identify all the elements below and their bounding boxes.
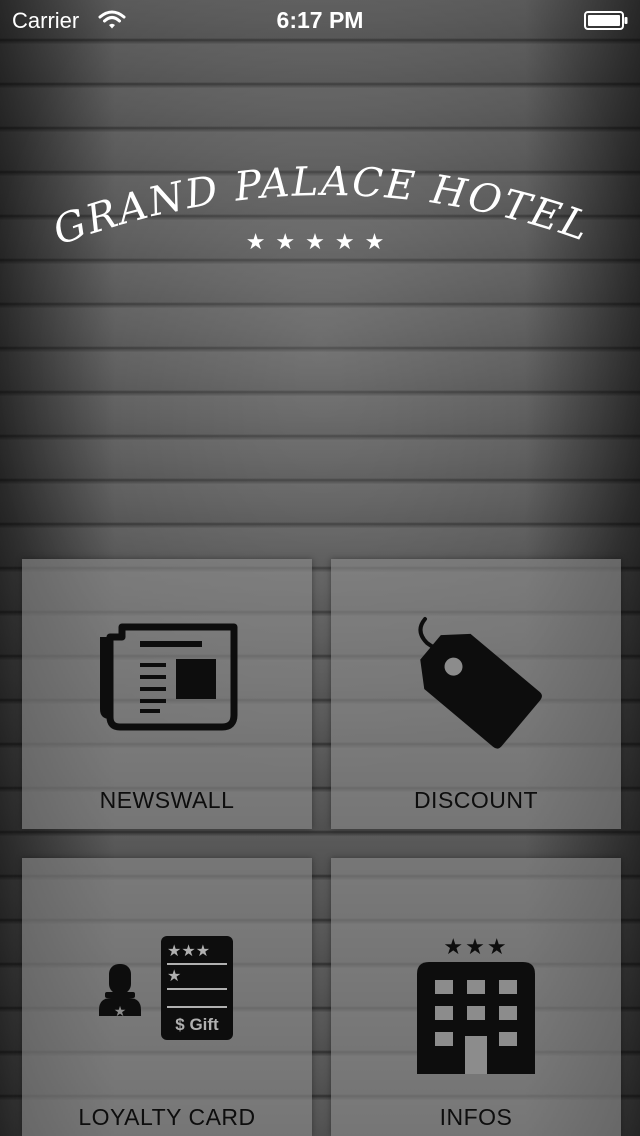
- discount-label: DISCOUNT: [413, 787, 539, 813]
- loyalty-card-icon: ★ ★★★ ★ $ Gift: [22, 936, 312, 1076]
- hotel-building-icon: ★★★: [331, 936, 621, 1076]
- status-time: 6:17 PM: [276, 7, 364, 33]
- price-tag-icon: [331, 617, 621, 759]
- status-bar: Carrier 6:17 PM: [0, 0, 640, 40]
- loyalty-card-label: LOYALTY CARD: [78, 1104, 256, 1130]
- infos-tile[interactable]: ★★★ INFOS: [331, 858, 621, 1136]
- newswall-label: NEWSWALL: [99, 787, 235, 813]
- svg-text:★: ★: [114, 1004, 127, 1020]
- svg-text:★★★: ★★★: [167, 941, 210, 960]
- loyalty-card-tile[interactable]: ★ ★★★ ★ $ Gift LOYALTY CARD: [22, 858, 312, 1136]
- hotel-logo: GRAND PALACE HOTEL ★★★★★: [30, 150, 610, 270]
- infos-label: INFOS: [439, 1104, 513, 1130]
- gift-card-text: $ Gift: [175, 1015, 219, 1034]
- newspaper-icon: [22, 619, 312, 759]
- newswall-tile[interactable]: NEWSWALL: [22, 559, 312, 829]
- svg-text:★★★: ★★★: [443, 936, 508, 960]
- svg-text:★: ★: [167, 966, 181, 985]
- discount-tile[interactable]: DISCOUNT: [331, 559, 621, 829]
- battery-full-icon: [584, 10, 628, 30]
- five-stars-rating: ★★★★★: [245, 230, 395, 255]
